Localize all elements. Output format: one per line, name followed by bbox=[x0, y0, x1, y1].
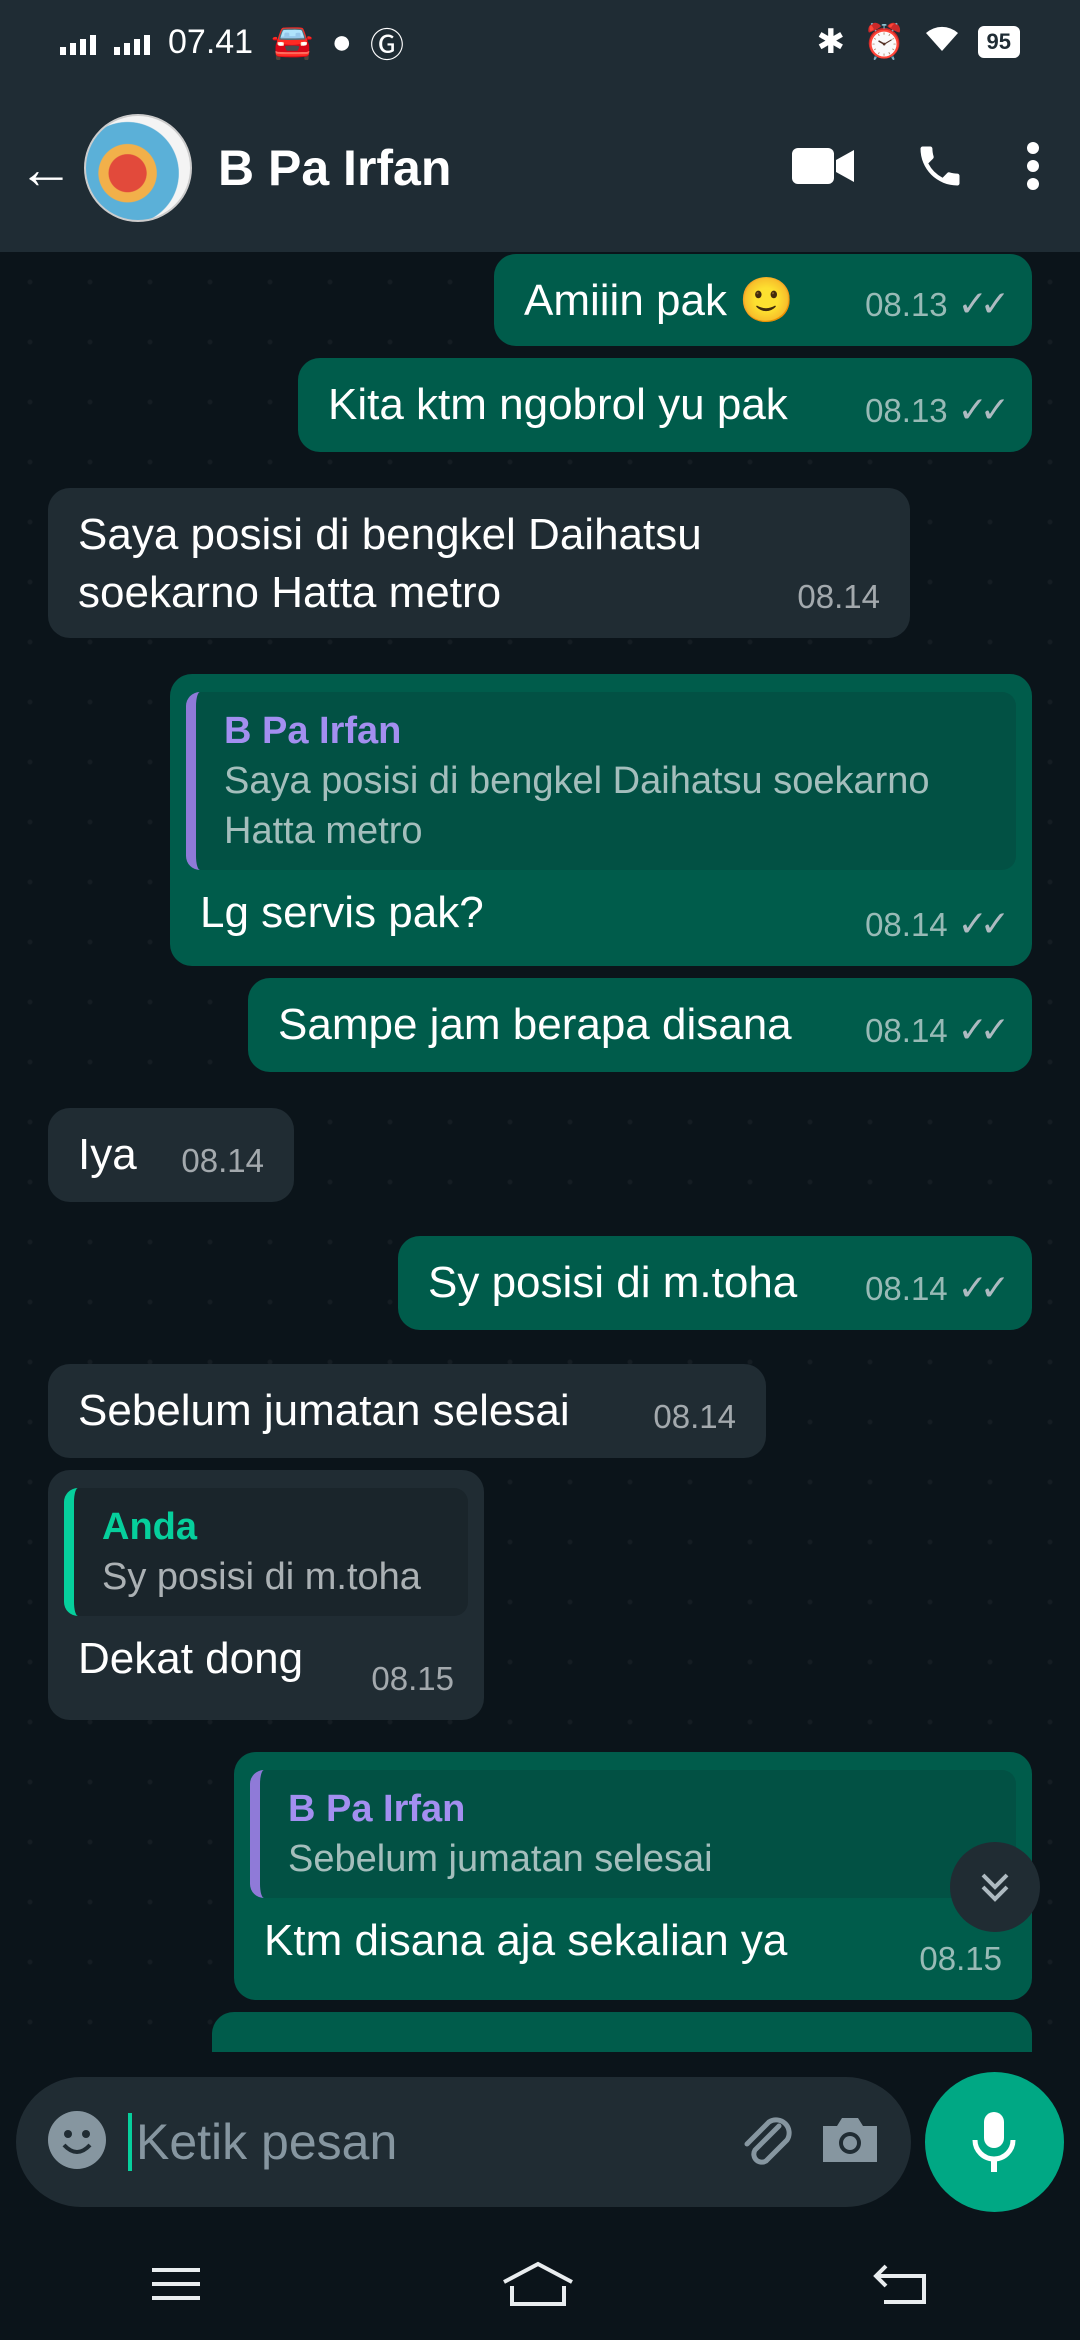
message-text: Sebelum jumatan selesai bbox=[78, 1386, 570, 1435]
car-icon: 🚘 bbox=[271, 23, 314, 61]
message-time: 08.15 bbox=[919, 1940, 1002, 1977]
message-time: 08.14 bbox=[865, 1012, 948, 1049]
contact-avatar[interactable] bbox=[84, 114, 192, 222]
quoted-message[interactable]: B Pa Irfan Saya posisi di bengkel Daihat… bbox=[186, 692, 1016, 870]
message-time: 08.14 bbox=[653, 1398, 736, 1435]
smiley-emoji: 🙂 bbox=[739, 276, 794, 325]
signal-icon bbox=[60, 29, 96, 55]
message-text: Lg servis pak? bbox=[200, 888, 484, 937]
quoted-text: Saya posisi di bengkel Daihatsu soekarno… bbox=[224, 760, 930, 852]
message-text: Kita ktm ngobrol yu pak bbox=[328, 380, 788, 429]
read-receipt-icon: ✓✓ bbox=[957, 903, 1010, 944]
battery-indicator: 95 bbox=[977, 26, 1020, 58]
bluetooth-icon: ✱ bbox=[816, 23, 846, 61]
grammarly-icon: Ⓖ bbox=[369, 26, 404, 65]
message-text: Saya posisi di bengkel Daihatsu soekarno… bbox=[78, 510, 702, 617]
read-receipt-icon: ✓✓ bbox=[957, 1009, 1010, 1050]
message-time: 08.14 bbox=[797, 578, 880, 615]
signal-icon-2 bbox=[114, 29, 150, 55]
back-nav-icon[interactable] bbox=[872, 2262, 932, 2311]
read-receipt-icon: ✓✓ bbox=[957, 1267, 1010, 1308]
message-text: Sampe jam berapa disana bbox=[278, 1000, 792, 1049]
message-bubble[interactable]: B Pa Irfan Sebelum jumatan selesai Ktm d… bbox=[234, 1752, 1032, 2000]
video-call-icon[interactable] bbox=[792, 146, 854, 191]
quoted-text: Sebelum jumatan selesai bbox=[288, 1838, 713, 1880]
message-bubble[interactable]: Saya posisi di bengkel Daihatsu soekarno… bbox=[48, 488, 910, 638]
message-bubble[interactable]: Iya 08.14 bbox=[48, 1108, 294, 1202]
attachment-icon[interactable] bbox=[735, 2108, 799, 2177]
message-input[interactable]: Ketik pesan bbox=[128, 2113, 715, 2171]
quoted-sender: Anda bbox=[102, 1506, 197, 1548]
camera-icon[interactable] bbox=[819, 2114, 881, 2171]
chat-area[interactable]: Amiiin pak 🙂 08.13 ✓✓ Kita ktm ngobrol yu… bbox=[0, 252, 1080, 2052]
message-text: Sy posisi di m.toha bbox=[428, 1258, 798, 1307]
message-text: Iya bbox=[78, 1130, 137, 1179]
read-receipt-icon: ✓✓ bbox=[957, 389, 1010, 430]
emoji-icon[interactable] bbox=[46, 2109, 108, 2176]
message-bubble[interactable]: Amiiin pak 🙂 08.13 ✓✓ bbox=[494, 254, 1032, 346]
scroll-to-bottom-button[interactable] bbox=[950, 1842, 1040, 1932]
wifi-icon bbox=[924, 23, 960, 62]
message-time: 08.13 bbox=[865, 286, 948, 323]
quoted-text: Sy posisi di m.toha bbox=[102, 1556, 421, 1598]
message-bubble[interactable]: Kita ktm ngobrol yu pak 08.13 ✓✓ bbox=[298, 358, 1032, 452]
recent-apps-icon[interactable] bbox=[148, 2264, 204, 2309]
message-bubble[interactable]: Sy posisi di m.toha 08.14 ✓✓ bbox=[398, 1236, 1032, 1330]
message-text: Ktm disana aja sekalian ya bbox=[264, 1916, 788, 1965]
home-icon[interactable] bbox=[500, 2260, 576, 2313]
quoted-message[interactable]: B Pa Irfan Sebelum jumatan selesai bbox=[250, 1770, 1016, 1898]
back-arrow-icon[interactable]: ← bbox=[18, 136, 78, 201]
message-bubble-partial[interactable] bbox=[212, 2012, 1032, 2052]
message-bubble[interactable]: B Pa Irfan Saya posisi di bengkel Daihat… bbox=[170, 674, 1032, 966]
status-bar: 07.41 🚘 ● Ⓖ ✱ ⏰ 95 bbox=[0, 0, 1080, 84]
double-chevron-down-icon bbox=[981, 1873, 1009, 1902]
system-navigation-bar bbox=[0, 2232, 1080, 2340]
message-time: 08.14 bbox=[865, 906, 948, 943]
status-time: 07.41 bbox=[168, 22, 254, 61]
message-text: Amiiin pak bbox=[524, 276, 727, 325]
more-options-icon[interactable] bbox=[1026, 141, 1040, 196]
quoted-sender: B Pa Irfan bbox=[224, 710, 402, 752]
message-input-container[interactable]: Ketik pesan bbox=[16, 2077, 911, 2207]
app-notification-icon: ● bbox=[331, 22, 352, 61]
message-bubble[interactable]: Sampe jam berapa disana 08.14 ✓✓ bbox=[248, 978, 1032, 1072]
quoted-sender: B Pa Irfan bbox=[288, 1788, 466, 1830]
message-bubble[interactable]: Sebelum jumatan selesai 08.14 bbox=[48, 1364, 766, 1458]
message-time: 08.15 bbox=[371, 1660, 454, 1697]
composer-bar: Ketik pesan bbox=[0, 2052, 1080, 2232]
message-text: Dekat dong bbox=[78, 1634, 304, 1683]
message-time: 08.14 bbox=[181, 1142, 264, 1179]
message-time: 08.13 bbox=[865, 392, 948, 429]
read-receipt-icon: ✓✓ bbox=[957, 283, 1010, 324]
contact-name[interactable]: B Pa Irfan bbox=[218, 139, 792, 197]
alarm-icon: ⏰ bbox=[863, 23, 906, 61]
voice-call-icon[interactable] bbox=[914, 140, 966, 197]
message-time: 08.14 bbox=[865, 1270, 948, 1307]
chat-header: ← B Pa Irfan bbox=[0, 84, 1080, 252]
quoted-message[interactable]: Anda Sy posisi di m.toha bbox=[64, 1488, 468, 1616]
voice-message-button[interactable] bbox=[924, 2072, 1064, 2212]
message-bubble[interactable]: Anda Sy posisi di m.toha Dekat dong 08.1… bbox=[48, 1470, 484, 1720]
microphone-icon bbox=[972, 2112, 1016, 2172]
